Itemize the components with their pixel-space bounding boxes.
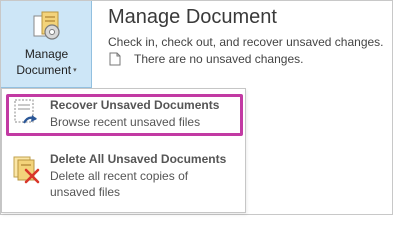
chevron-down-icon: ▾ — [73, 67, 77, 74]
status-line: There are no unsaved changes. — [108, 52, 303, 66]
manage-label-line1: Manage — [24, 47, 69, 61]
recover-documents-icon — [14, 99, 37, 124]
manage-document-menu: Recover Unsaved Documents Browse recent … — [1, 88, 246, 213]
menu-item-title: Recover Unsaved Documents — [50, 98, 220, 112]
delete-documents-icon — [13, 156, 40, 184]
delete-all-unsaved-documents-item[interactable]: Delete All Unsaved Documents Delete all … — [2, 149, 245, 205]
document-icon — [109, 52, 121, 66]
status-text: There are no unsaved changes. — [134, 52, 304, 66]
manage-label-line2: Document ▾ — [16, 63, 77, 77]
manage-document-button[interactable]: Manage Document ▾ — [1, 1, 92, 88]
manage-document-icon — [33, 11, 60, 40]
menu-item-title: Delete All Unsaved Documents — [50, 152, 227, 166]
subtitle-line-2: unsaved files — [50, 185, 121, 199]
menu-item-subtitle: Browse recent unsaved files — [50, 115, 201, 129]
subtitle-line-1: Delete all recent copies of — [50, 169, 189, 183]
menu-item-subtitle: Delete all recent copies of unsaved file… — [50, 168, 188, 200]
recover-unsaved-documents-item[interactable]: Recover Unsaved Documents Browse recent … — [2, 91, 245, 147]
page-title: Manage Document — [108, 6, 277, 28]
page-description: Check in, check out, and recover unsaved… — [108, 35, 384, 49]
